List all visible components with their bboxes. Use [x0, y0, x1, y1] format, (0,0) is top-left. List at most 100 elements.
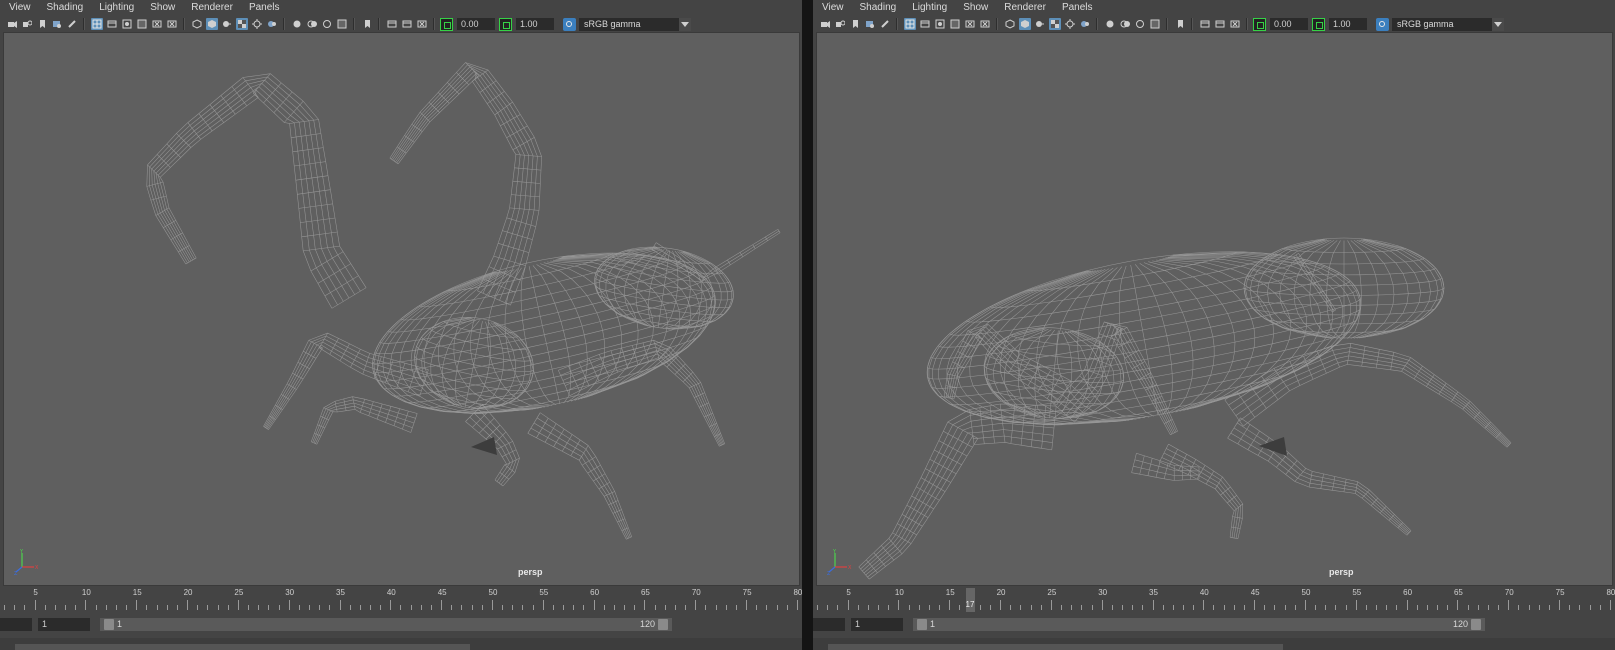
shadow-icon[interactable] [251, 18, 263, 30]
menu-show[interactable]: Show [140, 0, 181, 16]
bookmark-icon[interactable] [361, 18, 373, 30]
xray-icon[interactable] [306, 18, 318, 30]
field-chart-icon[interactable] [416, 18, 428, 30]
exposure-toggle-icon[interactable] [440, 17, 453, 31]
field-chart-icon[interactable] [979, 18, 991, 30]
resolution-gate-icon[interactable] [121, 18, 133, 30]
menu-shading[interactable]: Shading [37, 0, 90, 16]
field-chart-icon[interactable] [151, 18, 163, 30]
menu-panels[interactable]: Panels [239, 0, 286, 16]
timeline-tick [1416, 605, 1418, 610]
menu-view[interactable]: View [813, 0, 850, 16]
bookmark-icon[interactable] [36, 18, 48, 30]
texture-icon[interactable] [235, 18, 248, 30]
image-plane-icon[interactable] [51, 18, 63, 30]
xray-icon[interactable] [1119, 18, 1131, 30]
range-max-handle[interactable] [658, 619, 668, 630]
film-gate-icon[interactable] [919, 18, 931, 30]
menu-lighting[interactable]: Lighting [902, 0, 953, 16]
panel-divider[interactable] [802, 0, 813, 650]
timeline-tick [1609, 600, 1611, 610]
range-slider[interactable]: 1 120 [100, 618, 672, 631]
time-slider[interactable]: 5 10 15 20 25 30 35 40 45 50 55 60 65 70 75 80 17 [813, 588, 1615, 614]
color-management-icon[interactable] [1376, 17, 1389, 31]
safe-action-icon[interactable] [136, 18, 148, 30]
range-slider[interactable]: 1 120 [913, 618, 1485, 631]
camera-attr-icon[interactable] [834, 18, 846, 30]
field-chart-icon[interactable] [166, 18, 178, 30]
time-slider[interactable]: 5 10 15 20 25 30 35 40 45 50 55 60 65 70 75 80 [0, 588, 802, 614]
menu-renderer[interactable]: Renderer [994, 0, 1052, 16]
grid-icon[interactable] [90, 18, 103, 30]
viewport-persp[interactable]: Y X Z persp [3, 32, 800, 586]
image-plane-icon[interactable] [864, 18, 876, 30]
ao-icon[interactable] [1079, 18, 1091, 30]
menu-show[interactable]: Show [953, 0, 994, 16]
smooth-shade-icon[interactable] [205, 18, 218, 30]
timeline-tick [532, 605, 534, 610]
chevron-down-icon[interactable] [1492, 17, 1504, 31]
range-min-handle[interactable] [104, 619, 114, 630]
playback-start-field[interactable]: 1 [38, 618, 90, 631]
time-slider-track[interactable]: 5 10 15 20 25 30 35 40 45 50 55 60 65 70 75 80 [0, 588, 802, 612]
menu-shading[interactable]: Shading [850, 0, 903, 16]
resolution-gate-icon[interactable] [934, 18, 946, 30]
start-time-field[interactable] [813, 618, 845, 631]
texture-icon[interactable] [1048, 18, 1061, 30]
isolate-icon[interactable] [1104, 18, 1116, 30]
menu-panels[interactable]: Panels [1052, 0, 1099, 16]
film-gate-icon[interactable] [401, 18, 413, 30]
start-time-field[interactable] [0, 618, 32, 631]
isolate-icon[interactable] [291, 18, 303, 30]
wireframe-icon[interactable] [191, 18, 203, 30]
viewport-persp[interactable]: Y X Z persp [816, 32, 1613, 586]
gamma-field[interactable]: 1.00 [516, 18, 554, 30]
exposure-field[interactable]: 0.00 [457, 18, 495, 30]
grease-pencil-icon[interactable] [879, 18, 891, 30]
chevron-down-icon[interactable] [679, 17, 691, 31]
film-gate-icon[interactable] [1199, 18, 1211, 30]
grease-pencil-icon[interactable] [66, 18, 78, 30]
default-light-icon[interactable] [221, 18, 233, 30]
range-max-handle[interactable] [1471, 619, 1481, 630]
camera-icon[interactable] [6, 18, 18, 30]
camera-attr-icon[interactable] [21, 18, 33, 30]
wireframe-icon[interactable] [1004, 18, 1016, 30]
gamma-field[interactable]: 1.00 [1329, 18, 1367, 30]
ao-icon[interactable] [266, 18, 278, 30]
camera-icon[interactable] [819, 18, 831, 30]
shadow-icon[interactable] [1064, 18, 1076, 30]
bookmark-icon[interactable] [1174, 18, 1186, 30]
exposure-field[interactable]: 0.00 [1270, 18, 1308, 30]
color-space-select[interactable]: sRGB gamma [579, 17, 691, 31]
timeline-tick [369, 605, 371, 610]
color-management-icon[interactable] [563, 17, 576, 31]
film-gate-icon[interactable] [1214, 18, 1226, 30]
bookmark-icon[interactable] [849, 18, 861, 30]
toolbar-separator [378, 18, 380, 30]
menu-renderer[interactable]: Renderer [181, 0, 239, 16]
grid-icon[interactable] [903, 18, 916, 30]
film-gate-icon[interactable] [106, 18, 118, 30]
colorspace-icon[interactable] [1134, 18, 1146, 30]
safe-action-icon[interactable] [1149, 18, 1161, 30]
field-chart-icon[interactable] [964, 18, 976, 30]
playback-start-field[interactable]: 1 [851, 618, 903, 631]
safe-action-icon[interactable] [336, 18, 348, 30]
safe-action-icon[interactable] [949, 18, 961, 30]
range-min-handle[interactable] [917, 619, 927, 630]
time-slider-track[interactable]: 5 10 15 20 25 30 35 40 45 50 55 60 65 70 75 80 17 [813, 588, 1615, 612]
film-gate-icon[interactable] [386, 18, 398, 30]
gamma-toggle-icon[interactable] [499, 17, 512, 31]
menu-view[interactable]: View [0, 0, 37, 16]
smooth-shade-icon[interactable] [1018, 18, 1031, 30]
color-space-select[interactable]: sRGB gamma [1392, 17, 1504, 31]
exposure-toggle-icon[interactable] [1253, 17, 1266, 31]
colorspace-icon[interactable] [321, 18, 333, 30]
toolbar-separator [283, 18, 285, 30]
default-light-icon[interactable] [1034, 18, 1046, 30]
menu-lighting[interactable]: Lighting [89, 0, 140, 16]
gamma-toggle-icon[interactable] [1312, 17, 1325, 31]
field-chart-icon[interactable] [1229, 18, 1241, 30]
creature-left-arm [146, 62, 542, 309]
